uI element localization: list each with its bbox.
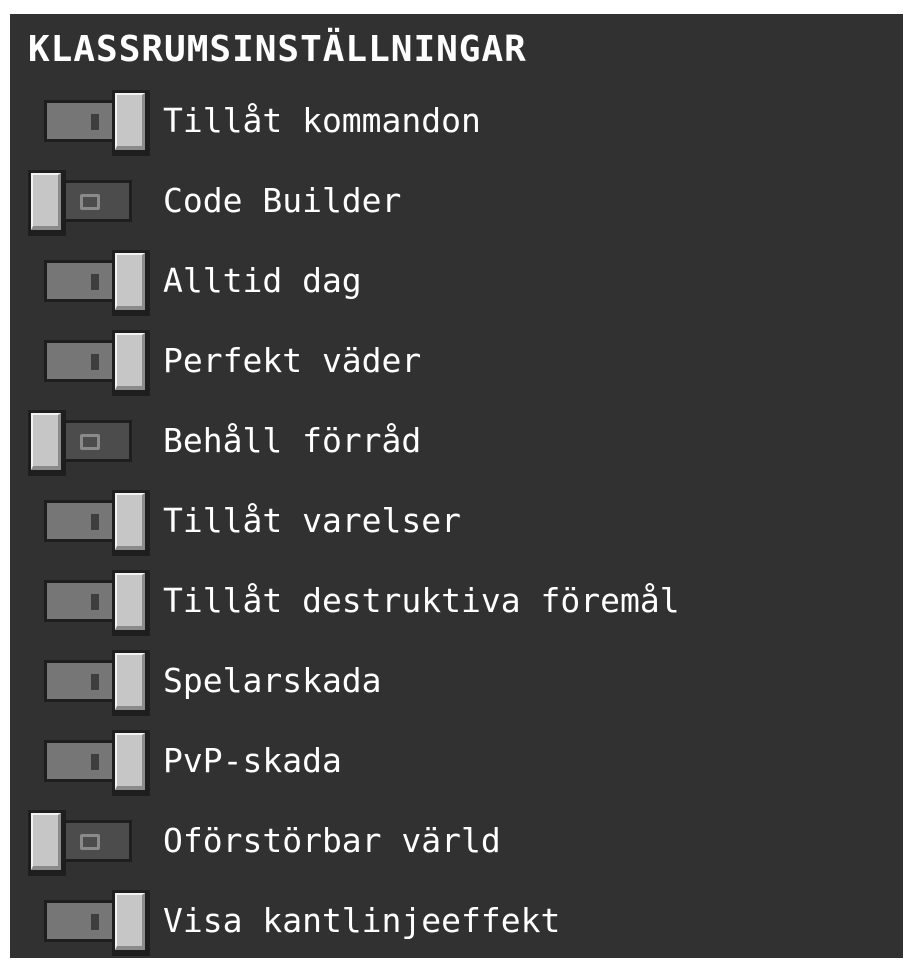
setting-label-always-day: Alltid dag	[163, 261, 362, 300]
setting-row-allow-mobs: Tillåt varelser	[10, 490, 903, 556]
immutable-world-toggle[interactable]	[28, 810, 138, 876]
toggle-knob[interactable]	[112, 650, 150, 716]
toggle-knob[interactable]	[112, 570, 150, 636]
setting-row-allow-commands: Tillåt kommandon	[10, 90, 903, 156]
allow-mobs-toggle[interactable]	[44, 490, 154, 556]
allow-destructive-items-toggle[interactable]	[44, 570, 154, 636]
toggle-state-mark	[91, 354, 99, 370]
toggle-track	[62, 820, 132, 862]
perfect-weather-toggle[interactable]	[44, 330, 154, 396]
setting-row-keep-inventory: Behåll förråd	[10, 410, 903, 476]
toggle-state-mark	[91, 914, 99, 930]
always-day-toggle[interactable]	[44, 250, 154, 316]
show-border-effect-toggle[interactable]	[44, 890, 154, 956]
classroom-settings-panel: KLASSRUMSINSTÄLLNINGAR Tillåt kommandon …	[10, 14, 903, 958]
setting-label-allow-mobs: Tillåt varelser	[163, 501, 462, 540]
toggle-knob[interactable]	[112, 250, 150, 316]
pvp-damage-toggle[interactable]	[44, 730, 154, 796]
toggle-state-mark	[80, 194, 100, 210]
setting-label-allow-destructive-items: Tillåt destruktiva föremål	[163, 581, 680, 620]
setting-row-show-border-effect: Visa kantlinjeeffekt	[10, 890, 903, 956]
toggle-track	[62, 180, 132, 222]
toggle-knob[interactable]	[28, 170, 66, 236]
setting-label-pvp-damage: PvP-skada	[163, 741, 342, 780]
player-damage-toggle[interactable]	[44, 650, 154, 716]
panel-title: KLASSRUMSINSTÄLLNINGAR	[28, 29, 527, 70]
setting-row-immutable-world: Oförstörbar värld	[10, 810, 903, 876]
setting-label-allow-commands: Tillåt kommandon	[163, 101, 481, 140]
toggle-knob[interactable]	[28, 410, 66, 476]
setting-row-allow-destructive-items: Tillåt destruktiva föremål	[10, 570, 903, 636]
toggle-knob[interactable]	[28, 810, 66, 876]
toggle-knob[interactable]	[112, 890, 150, 956]
toggle-state-mark	[91, 594, 99, 610]
toggle-state-mark	[80, 434, 100, 450]
toggle-state-mark	[91, 274, 99, 290]
toggle-knob[interactable]	[112, 730, 150, 796]
toggle-knob[interactable]	[112, 330, 150, 396]
keep-inventory-toggle[interactable]	[28, 410, 138, 476]
toggle-state-mark	[91, 514, 99, 530]
code-builder-toggle[interactable]	[28, 170, 138, 236]
setting-label-perfect-weather: Perfekt väder	[163, 341, 422, 380]
setting-label-show-border-effect: Visa kantlinjeeffekt	[163, 901, 561, 940]
toggle-state-mark	[91, 674, 99, 690]
allow-commands-toggle[interactable]	[44, 90, 154, 156]
toggle-state-mark	[91, 114, 99, 130]
toggle-state-mark	[80, 834, 100, 850]
toggle-knob[interactable]	[112, 90, 150, 156]
setting-label-keep-inventory: Behåll förråd	[163, 421, 422, 460]
setting-row-perfect-weather: Perfekt väder	[10, 330, 903, 396]
toggle-knob[interactable]	[112, 490, 150, 556]
setting-row-code-builder: Code Builder	[10, 170, 903, 236]
setting-row-pvp-damage: PvP-skada	[10, 730, 903, 796]
setting-row-player-damage: Spelarskada	[10, 650, 903, 716]
setting-row-always-day: Alltid dag	[10, 250, 903, 316]
toggle-track	[62, 420, 132, 462]
setting-label-code-builder: Code Builder	[163, 181, 402, 220]
setting-label-immutable-world: Oförstörbar värld	[163, 821, 501, 860]
setting-label-player-damage: Spelarskada	[163, 661, 382, 700]
toggle-state-mark	[91, 754, 99, 770]
